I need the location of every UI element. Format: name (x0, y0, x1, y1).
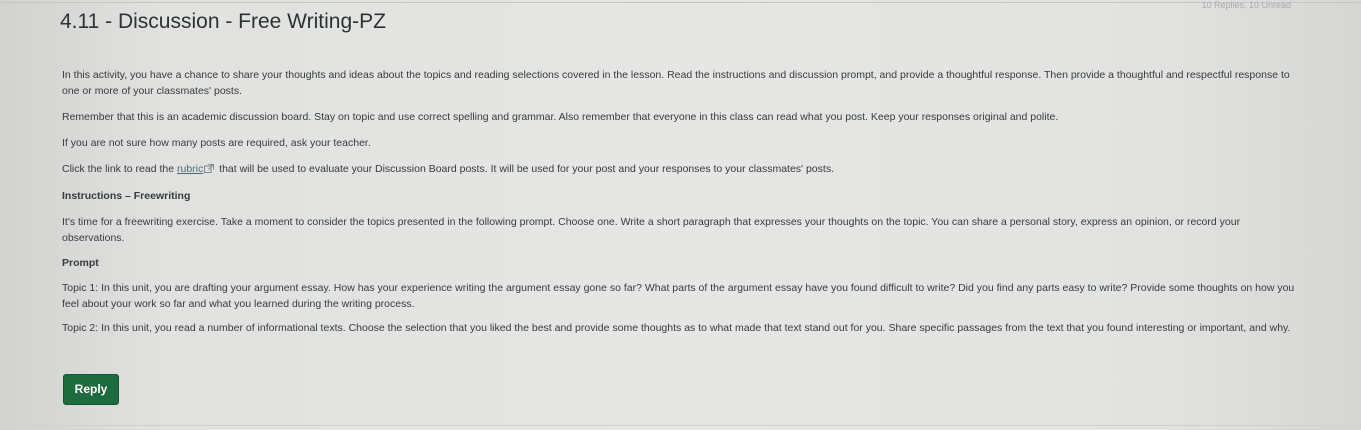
page-title: 4.11 - Discussion - Free Writing-PZ (60, 10, 386, 33)
remember-paragraph: Remember that this is an academic discus… (62, 111, 1059, 123)
rubric-text-after: that will be used to evaluate your Discu… (216, 163, 834, 175)
reply-button[interactable]: Reply (63, 374, 119, 405)
topic-1-paragraph: Topic 1: In this unit, you are drafting … (62, 282, 1295, 310)
rubric-text-before: Click the link to read the (62, 163, 177, 175)
bottom-divider (0, 425, 1361, 426)
topic-2-paragraph: Topic 2: In this unit, you read a number… (62, 322, 1291, 334)
rubric-link[interactable]: rubric (177, 163, 203, 175)
intro-paragraph: In this activity, you have a chance to s… (62, 69, 1290, 97)
not-sure-paragraph: If you are not sure how many posts are r… (62, 137, 371, 149)
top-divider (0, 2, 1361, 3)
instructions-heading: Instructions – Freewriting (62, 190, 191, 202)
rubric-paragraph: Click the link to read the rubric that w… (62, 161, 1302, 177)
external-link-icon[interactable] (204, 162, 215, 173)
discussion-body: In this activity, you have a chance to s… (62, 67, 1302, 336)
prompt-heading: Prompt (62, 257, 99, 269)
discussion-page: 10 Replies, 10 Unread 4.11 - Discussion … (0, 0, 1361, 430)
reply-count: 10 Replies, 10 Unread (1201, 0, 1291, 10)
freewriting-paragraph: It's time for a freewriting exercise. Ta… (62, 216, 1241, 244)
